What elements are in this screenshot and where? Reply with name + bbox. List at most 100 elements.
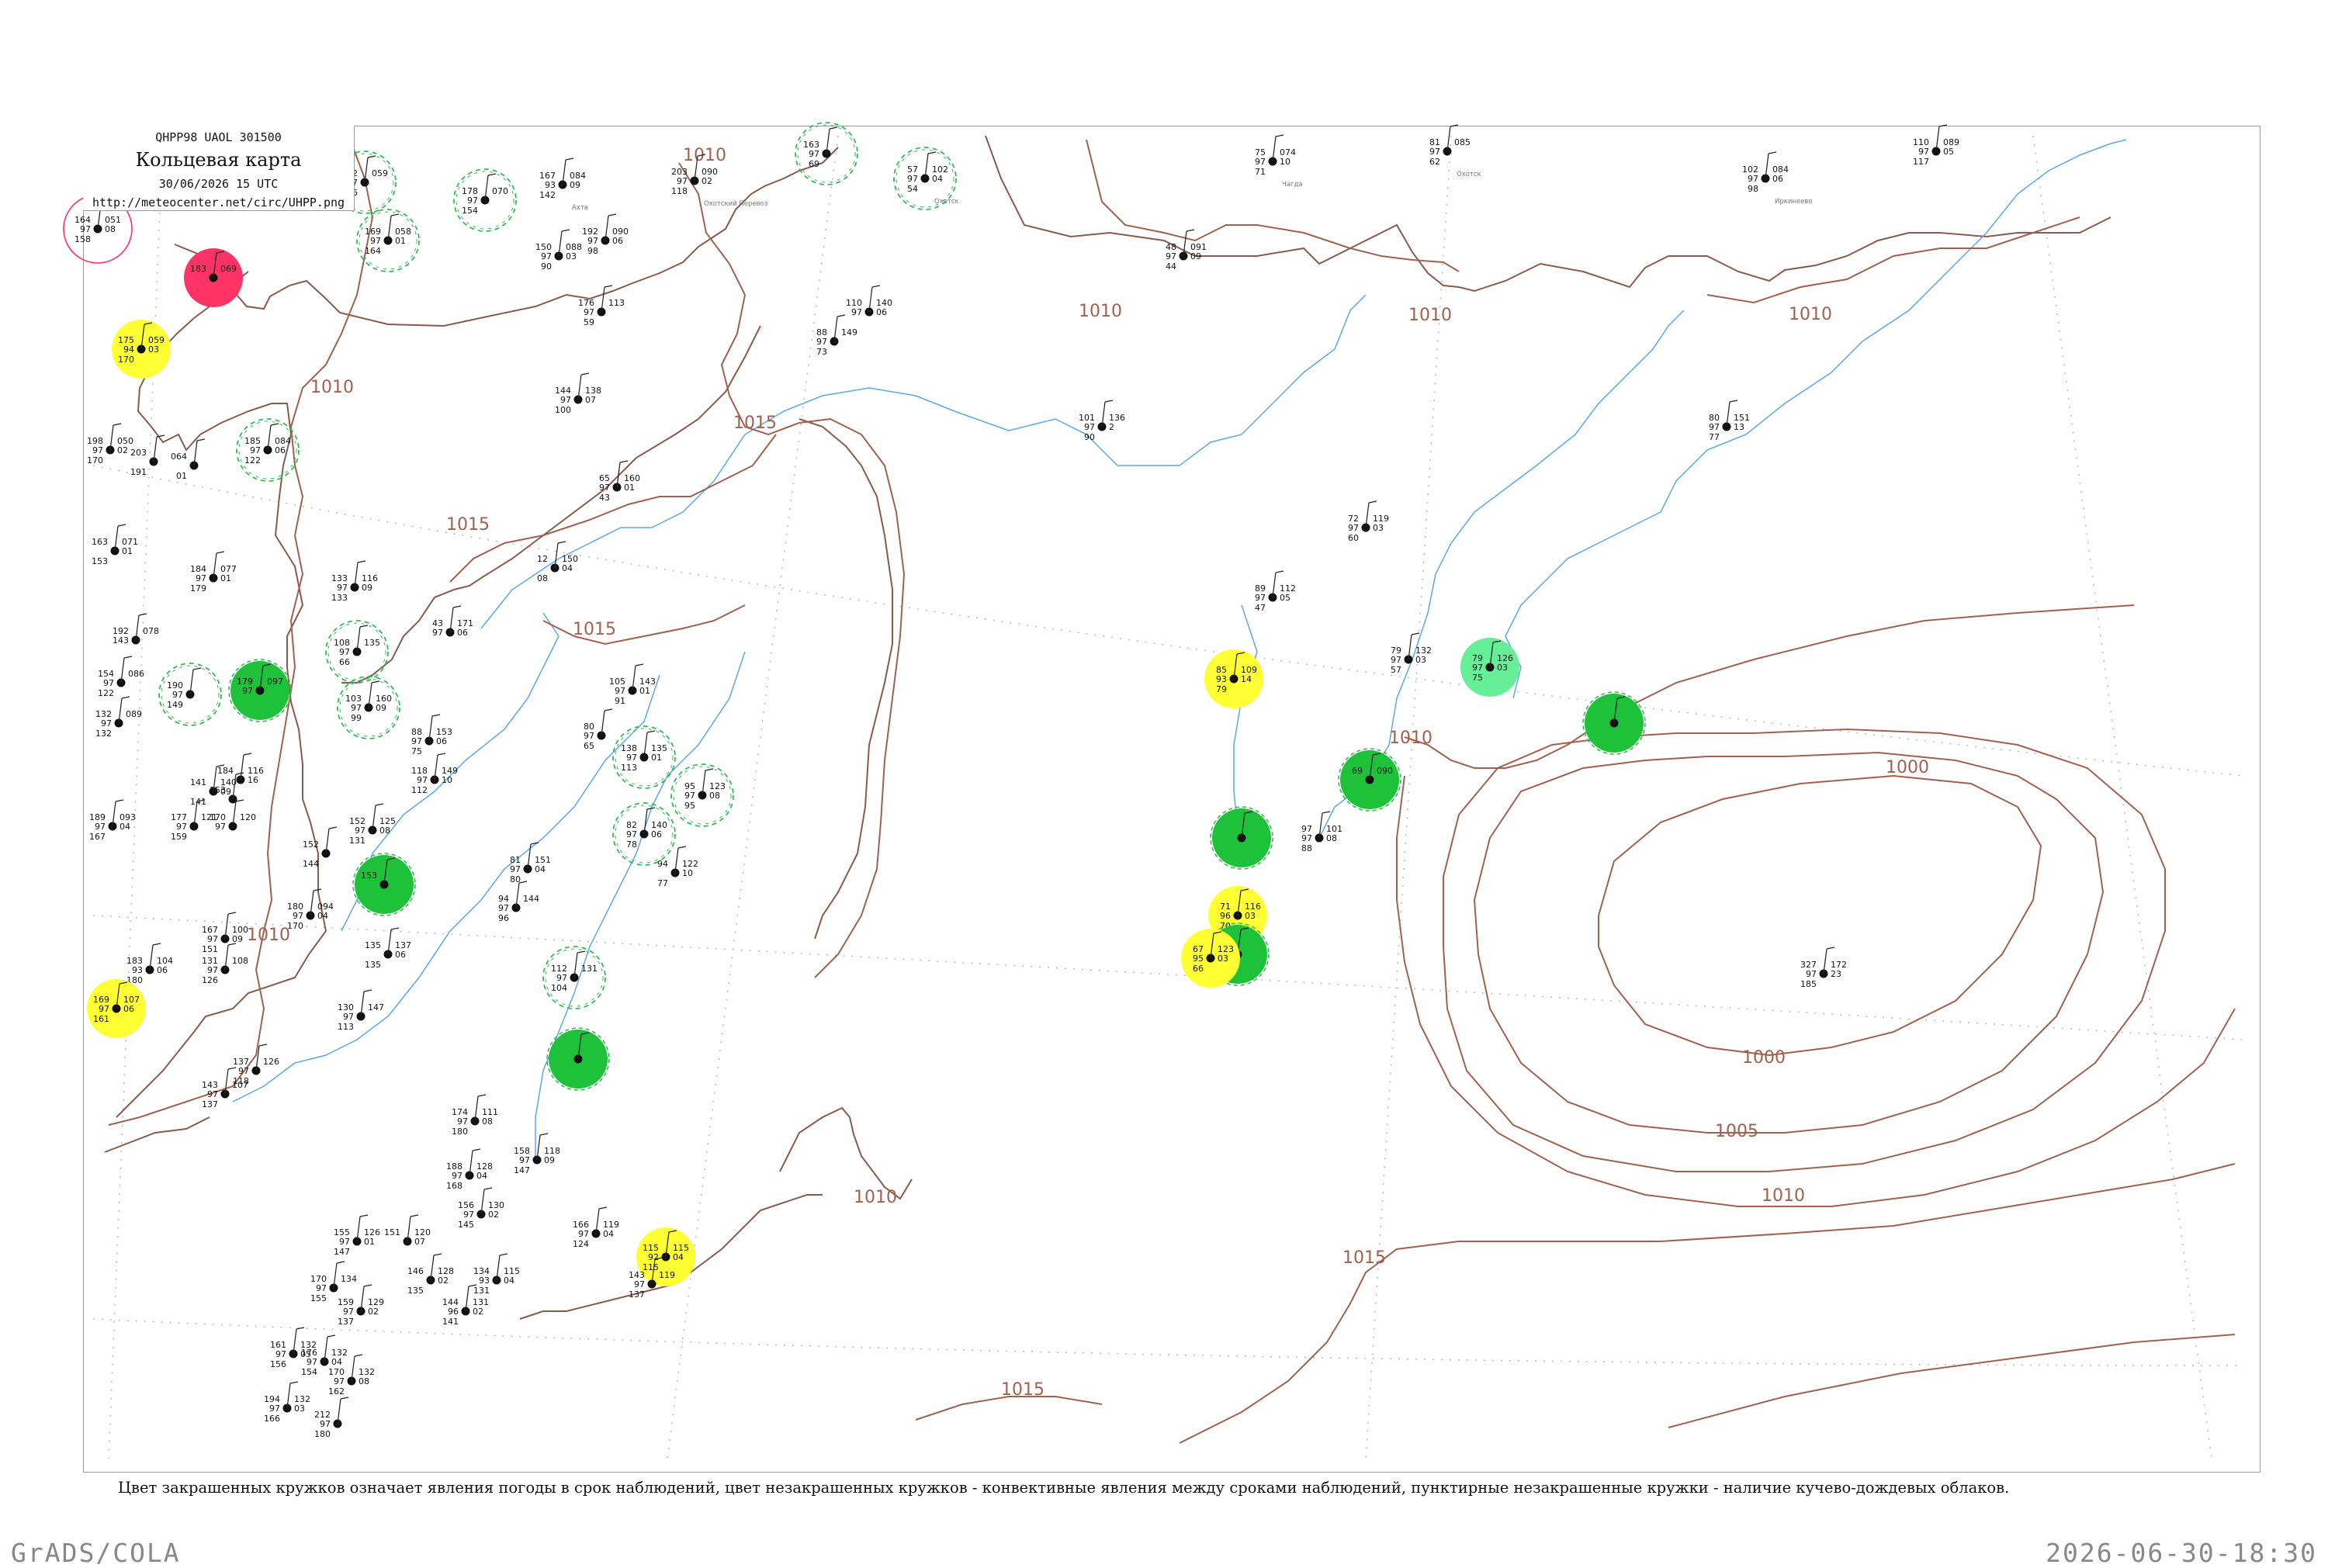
station-plot[interactable]: 14613512802 <box>407 1253 454 1296</box>
station-plot[interactable]: 57975410204Охотск <box>893 147 959 210</box>
station-plot[interactable]: 21297180 <box>314 1397 349 1439</box>
station-plot[interactable]: 151 12007 <box>384 1214 431 1247</box>
isobar-label: 1015 <box>446 515 490 535</box>
wind-barb-feather <box>598 1206 608 1210</box>
wind-barb-feather <box>635 663 644 666</box>
station-temperature: 153 <box>361 871 377 881</box>
station-plot[interactable]: 15497122086 <box>98 656 144 698</box>
station-plot[interactable]: 1339713311609 <box>331 560 378 603</box>
station-plot[interactable]: 102979808406Иркинеево <box>1742 151 1813 206</box>
station-plot[interactable]: 1349313111504 <box>473 1253 520 1296</box>
station-plot[interactable]: 72976011903 <box>1348 500 1389 543</box>
station-plot[interactable]: 203 191 <box>130 434 165 477</box>
station-plot[interactable]: 1679314208409Ахта <box>539 157 588 212</box>
station-plot[interactable]: 88977515306 <box>411 714 452 756</box>
station-plot[interactable]: 19097149 <box>158 663 222 726</box>
station-plot[interactable]: 1889716812804 <box>446 1148 493 1191</box>
station-plot[interactable]: 89974711205 <box>1255 570 1296 613</box>
station-plot[interactable]: 65974316001 <box>599 460 640 503</box>
station-plot[interactable]: 1699716405801 <box>356 209 420 272</box>
station-plot[interactable]: 1189711214910 <box>411 753 458 795</box>
station-plot[interactable]: 819762085Охотск <box>1429 124 1481 178</box>
station-plot[interactable]: 1589714711809 <box>514 1133 560 1175</box>
station-plot[interactable]: 1559714712601 <box>334 1214 380 1257</box>
station-plot[interactable]: 1949716613203 <box>264 1381 310 1424</box>
station-plot[interactable]: 16315307101 <box>92 524 138 566</box>
source-url[interactable]: http://meteocenter.net/circ/UHPP.png <box>83 196 354 209</box>
station-plot[interactable]: 85937910914 <box>1204 649 1263 708</box>
station-plot[interactable]: 17097120 <box>210 799 256 832</box>
station-visibility: 90 <box>1084 432 1095 442</box>
station-plot[interactable]: 150979008803 <box>535 229 582 272</box>
station-tendency: 06 <box>157 965 168 975</box>
station-plot[interactable] <box>1582 691 1646 755</box>
station-plot[interactable]: 105979114301 <box>609 663 656 706</box>
station-plot[interactable]: 153 <box>352 853 416 916</box>
station-plot[interactable]: 13513513706 <box>365 927 411 970</box>
station-plot[interactable]: 809765 <box>584 708 613 751</box>
station-plot[interactable]: 889773149 <box>816 314 857 357</box>
isobar-1010-pacific <box>1404 604 2135 769</box>
station-plot[interactable]: 103979916009 <box>337 676 400 739</box>
station-plot[interactable]: 1449710013807 <box>555 372 601 415</box>
station-plot[interactable]: 11297104131 <box>542 946 606 1009</box>
station-plot[interactable]: 75977107410Чагда <box>1255 134 1303 189</box>
station-plot[interactable]: 13297132089 <box>95 696 142 739</box>
station-visibility: 62 <box>1429 157 1440 167</box>
station-plot[interactable]: 79975713203 <box>1391 632 1432 675</box>
station-plot[interactable]: 1749718011108 <box>452 1094 498 1137</box>
station-plot[interactable]: 3279718517223 <box>1800 947 1847 989</box>
station-plot[interactable] <box>546 1027 610 1091</box>
station-temperature: 183 <box>190 264 206 274</box>
station-plot[interactable]: 69 090 <box>1338 748 1401 812</box>
station-plot[interactable]: 1109714006 <box>846 285 892 317</box>
station-plot[interactable]: 48974409109 <box>1166 229 1207 272</box>
station-tendency: 06 <box>457 628 468 638</box>
station-dewpoint: 96 <box>448 1307 459 1317</box>
station-plot[interactable]: 439717106 <box>432 605 473 638</box>
station-plot[interactable]: 1849717907701 <box>190 551 237 594</box>
station-pressure: 113 <box>608 298 625 308</box>
station-plot[interactable]: 95979512308 <box>670 763 734 827</box>
station-plot[interactable]: 192979809006 <box>582 213 629 256</box>
station-plot[interactable]: 67956612303 <box>1181 929 1240 988</box>
station-plot[interactable]: 1809717009404 <box>287 888 334 931</box>
wind-barb-feather <box>390 927 400 930</box>
isobar-label: 1010 <box>683 146 726 165</box>
station-plot[interactable]: 949796144 <box>498 881 539 923</box>
station-plot[interactable]: 120815004 <box>537 541 578 583</box>
station-visibility: 104 <box>551 983 567 993</box>
station-plot[interactable]: 17997097 <box>228 659 292 722</box>
station-plot[interactable] <box>1210 806 1273 870</box>
station-plot[interactable]: 13097113147 <box>338 989 384 1032</box>
station-plot[interactable]: 1989717005002 <box>87 423 133 466</box>
station-plot[interactable]: 152 144 <box>303 826 338 869</box>
station-plot[interactable]: 183 069 <box>184 248 243 307</box>
station-plot[interactable]: 1669712411904 <box>573 1206 619 1249</box>
station-plot[interactable]: 1899716709304 <box>89 799 136 842</box>
station-plot[interactable]: 79977512603 <box>1460 638 1519 697</box>
station-plot[interactable]: 10197901362 <box>1079 400 1125 442</box>
station-plot[interactable]: 1599713712902 <box>338 1284 384 1327</box>
station-plot[interactable]: 1529713112508 <box>349 803 396 846</box>
station-plot[interactable]: 1769759113 <box>578 285 625 327</box>
station-plot[interactable]: 82977814006 <box>612 802 676 866</box>
station-plot[interactable]: 947712210 <box>657 846 698 888</box>
station-dewpoint: 97 <box>599 483 610 493</box>
map-header: QHPP98 UAOL 301500 Кольцевая карта 30/06… <box>83 126 355 211</box>
isobar-label: 1015 <box>573 620 616 639</box>
station-plot[interactable]: 1639769 <box>795 122 858 185</box>
station-plot[interactable]: 192143078 <box>113 613 159 646</box>
station-plot[interactable]: 81978015104 <box>510 842 551 884</box>
station-plot[interactable]: 17897154070 <box>453 168 517 232</box>
station-plot[interactable]: 1089766135 <box>325 620 389 684</box>
station-plot[interactable]: 1109711708905 <box>1913 124 1959 167</box>
station-plot[interactable]: 064 01 <box>171 438 206 481</box>
station-plot[interactable]: 1839318010406 <box>126 943 173 985</box>
station-plot[interactable]: 1569714513002 <box>458 1187 504 1230</box>
wind-barb-feather <box>829 126 838 130</box>
station-plot[interactable]: 1699716110706 <box>87 979 146 1038</box>
station-plot[interactable]: 1759417005903 <box>112 320 171 379</box>
station-dewpoint: 97 <box>851 307 862 317</box>
station-plot[interactable]: 1679715110009 <box>202 912 248 954</box>
